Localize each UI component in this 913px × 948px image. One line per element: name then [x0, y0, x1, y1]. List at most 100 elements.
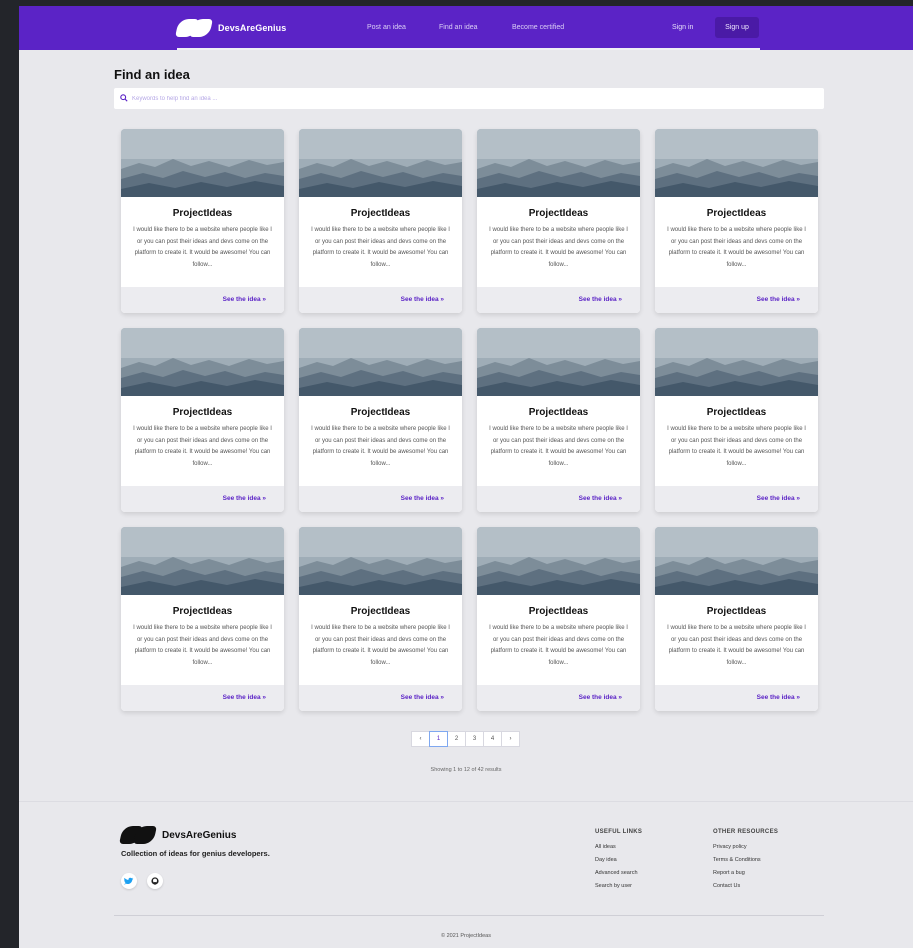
see-idea-link[interactable]: See the idea »: [401, 694, 444, 701]
card-title: ProjectIdeas: [706, 208, 767, 219]
card-title: ProjectIdeas: [528, 407, 589, 418]
see-idea-link[interactable]: See the idea »: [757, 296, 800, 303]
card-image: [299, 328, 462, 396]
page-frame: DevsAreGenius Post an idea Find an idea …: [19, 6, 913, 948]
card-footer: See the idea »: [477, 287, 640, 313]
twitter-button[interactable]: [121, 873, 137, 889]
card-description: I would like there to be a website where…: [489, 625, 628, 666]
results-count: Showing 1 to 12 of 42 results: [430, 767, 502, 773]
see-idea-link[interactable]: See the idea »: [757, 694, 800, 701]
idea-card[interactable]: ProjectIdeas I would like there to be a …: [121, 129, 284, 313]
card-description: I would like there to be a website where…: [133, 625, 272, 666]
nav-link-post-idea[interactable]: Post an idea: [367, 24, 406, 31]
signin-link[interactable]: Sign in: [672, 24, 693, 31]
card-image: [477, 328, 640, 396]
card-title: ProjectIdeas: [172, 606, 233, 617]
card-description: I would like there to be a website where…: [311, 426, 450, 467]
footer-other-resources-heading: OTHER RESOURCES: [713, 829, 779, 835]
footer-link-privacy-policy[interactable]: Privacy policy: [713, 841, 778, 854]
see-idea-link[interactable]: See the idea »: [223, 495, 266, 502]
footer-link-report-bug[interactable]: Report a bug: [713, 867, 778, 880]
ideas-grid: ProjectIdeas I would like there to be a …: [121, 129, 818, 711]
idea-card[interactable]: ProjectIdeas I would like there to be a …: [299, 328, 462, 512]
see-idea-link[interactable]: See the idea »: [223, 296, 266, 303]
card-title: ProjectIdeas: [528, 208, 589, 219]
card-footer: See the idea »: [299, 486, 462, 512]
nav-link-find-idea[interactable]: Find an idea: [439, 24, 478, 31]
brand-logo[interactable]: DevsAreGenius: [175, 19, 287, 37]
github-icon: [151, 877, 159, 885]
see-idea-link[interactable]: See the idea »: [223, 694, 266, 701]
see-idea-link[interactable]: See the idea »: [401, 296, 444, 303]
idea-card[interactable]: ProjectIdeas I would like there to be a …: [477, 527, 640, 711]
pagination-prev[interactable]: ‹: [411, 731, 430, 747]
idea-card[interactable]: ProjectIdeas I would like there to be a …: [477, 129, 640, 313]
pagination-page-4[interactable]: 4: [483, 731, 502, 747]
pagination: ‹ 1 2 3 4 ›: [411, 731, 520, 747]
footer-link-all-ideas[interactable]: All ideas: [595, 841, 642, 854]
see-idea-link[interactable]: See the idea »: [757, 495, 800, 502]
card-title: ProjectIdeas: [706, 606, 767, 617]
card-description: I would like there to be a website where…: [133, 426, 272, 467]
see-idea-link[interactable]: See the idea »: [401, 495, 444, 502]
card-image: [477, 527, 640, 595]
card-image: [655, 527, 818, 595]
idea-card[interactable]: ProjectIdeas I would like there to be a …: [299, 527, 462, 711]
idea-card[interactable]: ProjectIdeas I would like there to be a …: [655, 527, 818, 711]
brand-name: DevsAreGenius: [218, 23, 287, 33]
idea-card[interactable]: ProjectIdeas I would like there to be a …: [655, 129, 818, 313]
card-description: I would like there to be a website where…: [133, 227, 272, 268]
card-image: [299, 129, 462, 197]
card-footer: See the idea »: [299, 287, 462, 313]
idea-card[interactable]: ProjectIdeas I would like there to be a …: [477, 328, 640, 512]
pagination-next[interactable]: ›: [501, 731, 520, 747]
idea-card[interactable]: ProjectIdeas I would like there to be a …: [655, 328, 818, 512]
card-description: I would like there to be a website where…: [667, 426, 806, 467]
footer-other-resources: OTHER RESOURCES Privacy policy Terms & C…: [713, 829, 778, 893]
footer-link-contact-us[interactable]: Contact Us: [713, 880, 778, 893]
footer-logo[interactable]: DevsAreGenius: [119, 826, 236, 844]
idea-card[interactable]: ProjectIdeas I would like there to be a …: [121, 527, 284, 711]
nav-link-become-certified[interactable]: Become certified: [512, 24, 564, 31]
card-description: I would like there to be a website where…: [667, 625, 806, 666]
card-footer: See the idea »: [121, 287, 284, 313]
card-title: ProjectIdeas: [172, 407, 233, 418]
card-footer: See the idea »: [299, 685, 462, 711]
footer-useful-links-heading: USEFUL LINKS: [595, 829, 643, 835]
footer-tagline: Collection of ideas for genius developer…: [121, 849, 270, 858]
card-image: [121, 328, 284, 396]
navbar: DevsAreGenius Post an idea Find an idea …: [19, 6, 913, 50]
card-description: I would like there to be a website where…: [667, 227, 806, 268]
footer-divider: [19, 801, 913, 802]
footer-link-advanced-search[interactable]: Advanced search: [595, 867, 642, 880]
footer-link-terms[interactable]: Terms & Conditions: [713, 854, 778, 867]
card-image: [655, 328, 818, 396]
card-title: ProjectIdeas: [706, 407, 767, 418]
footer-link-search-by-user[interactable]: Search by user: [595, 880, 642, 893]
search-bar[interactable]: [114, 88, 824, 109]
card-footer: See the idea »: [477, 685, 640, 711]
pagination-page-1[interactable]: 1: [429, 731, 448, 747]
search-icon: [120, 94, 128, 102]
footer-link-day-idea[interactable]: Day idea: [595, 854, 642, 867]
card-description: I would like there to be a website where…: [489, 426, 628, 467]
card-image: [121, 129, 284, 197]
nav-divider: [177, 48, 760, 50]
see-idea-link[interactable]: See the idea »: [579, 694, 622, 701]
card-footer: See the idea »: [121, 486, 284, 512]
idea-card[interactable]: ProjectIdeas I would like there to be a …: [121, 328, 284, 512]
card-description: I would like there to be a website where…: [311, 227, 450, 268]
card-footer: See the idea »: [121, 685, 284, 711]
see-idea-link[interactable]: See the idea »: [579, 296, 622, 303]
github-button[interactable]: [147, 873, 163, 889]
idea-card[interactable]: ProjectIdeas I would like there to be a …: [299, 129, 462, 313]
see-idea-link[interactable]: See the idea »: [579, 495, 622, 502]
pagination-page-2[interactable]: 2: [447, 731, 466, 747]
card-image: [299, 527, 462, 595]
signup-button[interactable]: Sign up: [715, 17, 759, 38]
search-input[interactable]: [132, 91, 812, 106]
pagination-page-3[interactable]: 3: [465, 731, 484, 747]
card-image: [477, 129, 640, 197]
card-footer: See the idea »: [655, 685, 818, 711]
card-image: [655, 129, 818, 197]
